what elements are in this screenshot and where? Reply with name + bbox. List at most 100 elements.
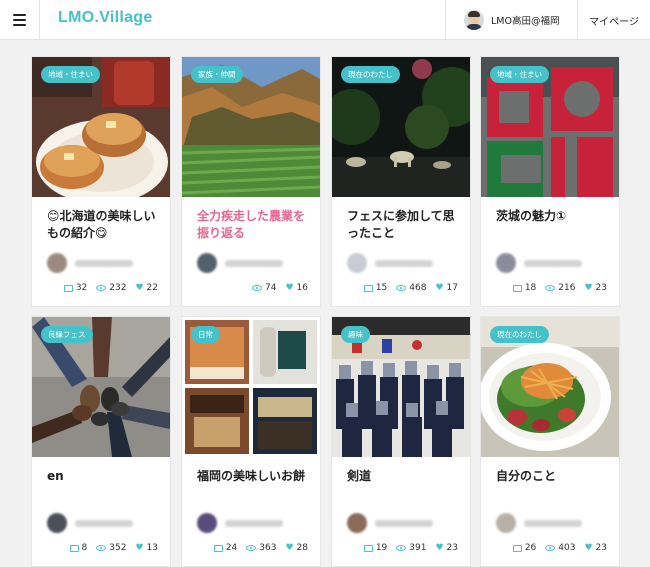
like-count: ♥ 13: [135, 542, 158, 553]
article-thumbnail[interactable]: 良縁フェス: [32, 317, 170, 457]
comment-count: 15: [363, 283, 387, 293]
comment-icon: [63, 284, 73, 292]
article-card[interactable]: 現在のわたし 自分のこと 26 403 ♥ 23: [480, 316, 620, 567]
hamburger-menu-icon[interactable]: [0, 0, 40, 40]
article-card[interactable]: 良縁フェス en 8 352 ♥ 13: [31, 316, 171, 567]
eye-icon: [396, 285, 407, 291]
article-thumbnail[interactable]: 地域・住まい: [32, 57, 170, 197]
eye-icon: [252, 285, 263, 291]
category-tag[interactable]: 趣味: [341, 326, 370, 343]
article-thumbnail[interactable]: 現在のわたし: [481, 317, 619, 457]
article-title[interactable]: 剣道: [347, 468, 462, 485]
article-author[interactable]: [47, 253, 133, 273]
article-card[interactable]: 家族・仲間 全力疾走した農業を振り返る 74 ♥ 16: [181, 56, 321, 307]
author-name-blurred: [225, 259, 283, 267]
comment-count: 18: [512, 283, 536, 293]
site-logo[interactable]: LMO.Village: [58, 9, 153, 27]
eye-icon: [545, 545, 556, 551]
like-count: ♥ 23: [435, 542, 458, 553]
author-avatar: [347, 253, 367, 273]
comment-count: 24: [213, 543, 237, 553]
like-count: ♥ 17: [435, 282, 458, 293]
author-name-blurred: [75, 519, 133, 527]
article-stats: 15 468 ♥ 17: [355, 283, 458, 293]
view-count: 391: [396, 543, 426, 553]
article-title[interactable]: 自分のこと: [496, 468, 611, 485]
view-count: 232: [96, 283, 126, 293]
eye-icon: [246, 545, 257, 551]
article-card[interactable]: 現在のわたし フェスに参加して思ったこと 15 468 ♥ 17: [331, 56, 471, 307]
like-count: ♥ 16: [285, 282, 308, 293]
like-count: ♥ 22: [135, 282, 158, 293]
article-author[interactable]: [47, 513, 133, 533]
view-count: 74: [252, 283, 276, 293]
view-count: 216: [545, 283, 575, 293]
eye-icon: [96, 545, 107, 551]
category-tag[interactable]: 現在のわたし: [490, 326, 549, 343]
article-card[interactable]: 地域・住まい 茨城の魅力① 18 216 ♥ 23: [480, 56, 620, 307]
article-author[interactable]: [347, 253, 433, 273]
article-title[interactable]: 福岡の美味しいお餅: [197, 468, 312, 485]
article-card[interactable]: 日常 福岡の美味しいお餅 24 363 ♥ 28: [181, 316, 321, 567]
author-name-blurred: [524, 259, 582, 267]
view-count: 363: [246, 543, 276, 553]
category-tag[interactable]: 良縁フェス: [41, 326, 93, 343]
article-stats: 26 403 ♥ 23: [504, 543, 607, 553]
article-title[interactable]: en: [47, 468, 162, 485]
article-thumbnail[interactable]: 趣味: [332, 317, 470, 457]
article-title[interactable]: 茨城の魅力①: [496, 208, 611, 225]
article-stats: 18 216 ♥ 23: [504, 283, 607, 293]
article-author[interactable]: [496, 253, 582, 273]
author-name-blurred: [75, 259, 133, 267]
comment-icon: [69, 544, 79, 552]
like-count: ♥ 23: [584, 282, 607, 293]
article-author[interactable]: [496, 513, 582, 533]
mypage-link[interactable]: マイページ: [577, 0, 650, 40]
author-avatar: [496, 253, 516, 273]
article-title[interactable]: 😊北海道の美味しいもの紹介😋: [47, 208, 162, 242]
category-tag[interactable]: 現在のわたし: [341, 66, 400, 83]
author-name-blurred: [225, 519, 283, 527]
heart-icon: ♥: [584, 542, 593, 553]
comment-count: 32: [63, 283, 87, 293]
article-thumbnail[interactable]: 地域・住まい: [481, 57, 619, 197]
eye-icon: [96, 285, 107, 291]
view-count: 352: [96, 543, 126, 553]
article-title[interactable]: フェスに参加して思ったこと: [347, 208, 462, 242]
article-author[interactable]: [197, 513, 283, 533]
like-count: ♥ 28: [285, 542, 308, 553]
article-author[interactable]: [197, 253, 283, 273]
heart-icon: ♥: [285, 282, 294, 293]
article-title[interactable]: 全力疾走した農業を振り返る: [197, 208, 312, 242]
article-thumbnail[interactable]: 現在のわたし: [332, 57, 470, 197]
comment-icon: [213, 544, 223, 552]
category-tag[interactable]: 地域・住まい: [41, 66, 100, 83]
article-card[interactable]: 趣味 剣道 19 391 ♥ 23: [331, 316, 471, 567]
category-tag[interactable]: 日常: [191, 326, 220, 343]
category-tag[interactable]: 地域・住まい: [490, 66, 549, 83]
heart-icon: ♥: [435, 542, 444, 553]
article-stats: 74 ♥ 16: [243, 283, 308, 293]
author-name-blurred: [524, 519, 582, 527]
author-avatar: [47, 253, 67, 273]
heart-icon: ♥: [285, 542, 294, 553]
eye-icon: [545, 285, 556, 291]
article-thumbnail[interactable]: 日常: [182, 317, 320, 457]
article-card[interactable]: 地域・住まい 😊北海道の美味しいもの紹介😋 32 232 ♥ 22: [31, 56, 171, 307]
view-count: 468: [396, 283, 426, 293]
user-profile-link[interactable]: LMO高田@福岡: [445, 0, 577, 40]
top-header: LMO.Village LMO高田@福岡 マイページ: [0, 0, 650, 40]
heart-icon: ♥: [135, 282, 144, 293]
author-name-blurred: [375, 519, 433, 527]
comment-icon: [512, 544, 522, 552]
author-avatar: [47, 513, 67, 533]
article-stats: 19 391 ♥ 23: [355, 543, 458, 553]
author-avatar: [197, 253, 217, 273]
author-name-blurred: [375, 259, 433, 267]
article-author[interactable]: [347, 513, 433, 533]
view-count: 403: [545, 543, 575, 553]
category-tag[interactable]: 家族・仲間: [191, 66, 243, 83]
heart-icon: ♥: [435, 282, 444, 293]
article-thumbnail[interactable]: 家族・仲間: [182, 57, 320, 197]
comment-icon: [363, 544, 373, 552]
